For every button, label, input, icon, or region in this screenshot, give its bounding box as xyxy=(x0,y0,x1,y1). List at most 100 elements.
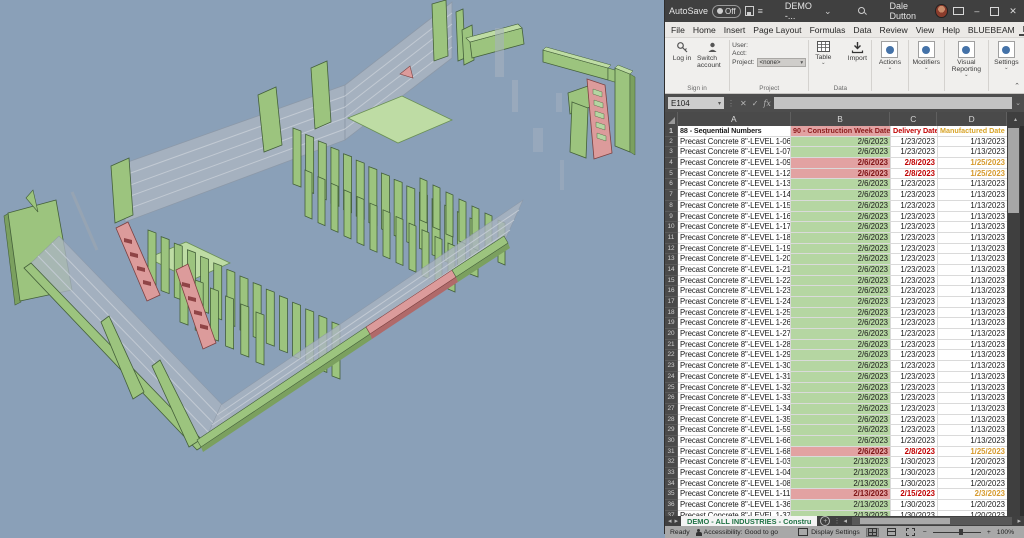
save-icon[interactable] xyxy=(745,6,754,16)
table-row[interactable]: 27Precast Concrete 8"-LEVEL 1-342/6/2023… xyxy=(665,404,1024,415)
table-row[interactable]: 21Precast Concrete 8"-LEVEL 1-282/6/2023… xyxy=(665,340,1024,351)
import-button[interactable]: Import xyxy=(842,39,872,67)
table-row[interactable]: 37Precast Concrete 8"-LEVEL 1-372/13/202… xyxy=(665,511,1024,516)
tab-view[interactable]: View xyxy=(912,25,938,35)
display-settings-button[interactable]: Display Settings xyxy=(798,528,860,536)
column-header-b[interactable]: B xyxy=(791,112,891,126)
new-sheet-icon[interactable]: + xyxy=(820,516,830,526)
table-row[interactable]: 13Precast Concrete 8"-LEVEL 1-202/6/2023… xyxy=(665,254,1024,265)
table-row[interactable]: 4Precast Concrete 8"-LEVEL 1-092/6/20232… xyxy=(665,158,1024,169)
horizontal-scrollbar[interactable] xyxy=(852,517,1013,525)
accessibility-status[interactable]: Accessibility: Good to go xyxy=(696,529,778,536)
sheet-grid[interactable]: 188 - Sequential Numbers90 - Constructio… xyxy=(665,126,1024,516)
table-row[interactable]: 25Precast Concrete 8"-LEVEL 1-322/6/2023… xyxy=(665,383,1024,394)
table-row[interactable]: 20Precast Concrete 8"-LEVEL 1-272/6/2023… xyxy=(665,329,1024,340)
more-commands-icon[interactable]: ≡ xyxy=(758,7,763,16)
expand-formula-bar-icon[interactable]: ⌄ xyxy=(1015,99,1021,107)
tab-insert[interactable]: Insert xyxy=(720,25,750,35)
column-header-d[interactable]: D xyxy=(937,112,1007,126)
table-row[interactable]: 5Precast Concrete 8"-LEVEL 1-122/6/20232… xyxy=(665,169,1024,180)
maximize-button[interactable] xyxy=(988,3,1002,19)
column-header-a[interactable]: A xyxy=(678,112,791,126)
formula-input[interactable] xyxy=(774,97,1012,109)
table-row[interactable]: 28Precast Concrete 8"-LEVEL 1-352/6/2023… xyxy=(665,415,1024,426)
name-box[interactable]: E104▾ xyxy=(668,97,724,109)
hscroll-right-icon[interactable]: ▸ xyxy=(1017,517,1021,525)
table-row[interactable]: 32Precast Concrete 8"-LEVEL 1-032/13/202… xyxy=(665,457,1024,468)
zoom-slider-thumb[interactable] xyxy=(959,529,963,535)
avatar[interactable] xyxy=(935,4,948,18)
select-all-corner[interactable] xyxy=(665,112,678,126)
table-button[interactable]: Table⌄ xyxy=(808,39,838,67)
log-in-button[interactable]: Log in xyxy=(667,39,697,69)
table-row[interactable]: 7Precast Concrete 8"-LEVEL 1-142/6/20231… xyxy=(665,190,1024,201)
user-name[interactable]: Dale Dutton xyxy=(889,1,931,21)
switch-account-button[interactable]: Switch account xyxy=(697,39,727,69)
table-row[interactable]: 8Precast Concrete 8"-LEVEL 1-152/6/20231… xyxy=(665,201,1024,212)
table-row[interactable]: 29Precast Concrete 8"-LEVEL 1-592/6/2023… xyxy=(665,425,1024,436)
tab-help[interactable]: Help xyxy=(938,25,964,35)
normal-view-button[interactable] xyxy=(866,528,879,537)
table-row[interactable]: 19Precast Concrete 8"-LEVEL 1-262/6/2023… xyxy=(665,318,1024,329)
tab-ineight[interactable]: InEight™ xyxy=(1019,24,1024,36)
zoom-level[interactable]: 100% xyxy=(997,529,1014,536)
table-row[interactable]: 22Precast Concrete 8"-LEVEL 1-292/6/2023… xyxy=(665,350,1024,361)
modifiers-dropdown[interactable]: Modifiers⌄ xyxy=(909,38,944,93)
document-title[interactable]: DEMO -... xyxy=(785,1,820,21)
table-row[interactable]: 31Precast Concrete 8"-LEVEL 1-682/6/2023… xyxy=(665,447,1024,458)
table-row[interactable]: 2Precast Concrete 8"-LEVEL 1-062/6/20231… xyxy=(665,137,1024,148)
sheet-nav-right-icon[interactable]: ▸ xyxy=(675,517,679,525)
zoom-slider[interactable] xyxy=(933,532,981,533)
table-row[interactable]: 9Precast Concrete 8"-LEVEL 1-162/6/20231… xyxy=(665,212,1024,223)
scroll-up-icon[interactable]: ▴ xyxy=(1007,112,1024,126)
table-row[interactable]: 6Precast Concrete 8"-LEVEL 1-132/6/20231… xyxy=(665,179,1024,190)
tab-formulas[interactable]: Formulas xyxy=(806,25,850,35)
tab-page-layout[interactable]: Page Layout xyxy=(749,25,805,35)
page-layout-view-button[interactable] xyxy=(885,528,898,537)
horizontal-scroll-thumb[interactable] xyxy=(860,518,950,524)
table-row[interactable]: 10Precast Concrete 8"-LEVEL 1-172/6/2023… xyxy=(665,222,1024,233)
table-row[interactable]: 11Precast Concrete 8"-LEVEL 1-182/6/2023… xyxy=(665,233,1024,244)
tab-review[interactable]: Review xyxy=(876,25,912,35)
visual-reporting-dropdown[interactable]: Visual Reporting⌄ xyxy=(945,38,988,93)
zoom-out-button[interactable]: − xyxy=(923,529,927,536)
enter-icon[interactable]: ✓ xyxy=(752,99,759,108)
autosave-toggle[interactable]: Off xyxy=(712,5,741,18)
chevron-down-icon[interactable]: ⌄ xyxy=(824,7,832,16)
close-button[interactable]: ✕ xyxy=(1006,3,1020,19)
tab-data[interactable]: Data xyxy=(849,25,875,35)
table-row[interactable]: 35Precast Concrete 8"-LEVEL 1-112/13/202… xyxy=(665,489,1024,500)
viewport-3d[interactable] xyxy=(0,0,664,534)
search-icon[interactable] xyxy=(858,7,866,16)
vertical-scrollbar[interactable] xyxy=(1007,126,1020,516)
table-row[interactable]: 17Precast Concrete 8"-LEVEL 1-242/6/2023… xyxy=(665,297,1024,308)
table-row[interactable]: 18Precast Concrete 8"-LEVEL 1-252/6/2023… xyxy=(665,308,1024,319)
table-row[interactable]: 3Precast Concrete 8"-LEVEL 1-072/6/20231… xyxy=(665,147,1024,158)
table-row[interactable]: 26Precast Concrete 8"-LEVEL 1-332/6/2023… xyxy=(665,393,1024,404)
tab-bluebeam[interactable]: BLUEBEAM xyxy=(964,25,1019,35)
ribbon-display-options-icon[interactable] xyxy=(952,3,966,19)
sheet-nav-left-icon[interactable]: ◂ xyxy=(668,517,672,525)
hscroll-left-icon[interactable]: ◂ xyxy=(843,517,847,525)
column-header-c[interactable]: C xyxy=(890,112,937,126)
minimize-button[interactable]: – xyxy=(970,3,984,19)
table-row[interactable]: 30Precast Concrete 8"-LEVEL 1-662/6/2023… xyxy=(665,436,1024,447)
table-row[interactable]: 12Precast Concrete 8"-LEVEL 1-192/6/2023… xyxy=(665,244,1024,255)
page-break-view-button[interactable] xyxy=(904,528,917,537)
cancel-icon[interactable]: ✕ xyxy=(740,99,747,108)
table-row[interactable]: 36Precast Concrete 8"-LEVEL 1-362/13/202… xyxy=(665,500,1024,511)
collapse-ribbon-icon[interactable]: ⌃ xyxy=(1014,82,1020,90)
table-row[interactable]: 14Precast Concrete 8"-LEVEL 1-212/6/2023… xyxy=(665,265,1024,276)
table-row[interactable]: 33Precast Concrete 8"-LEVEL 1-042/13/202… xyxy=(665,468,1024,479)
table-row[interactable]: 24Precast Concrete 8"-LEVEL 1-312/6/2023… xyxy=(665,372,1024,383)
sheet-tab[interactable]: DEMO - ALL INDUSTRIES - Constru xyxy=(681,516,817,526)
table-row[interactable]: 15Precast Concrete 8"-LEVEL 1-222/6/2023… xyxy=(665,276,1024,287)
actions-dropdown[interactable]: Actions⌄ xyxy=(872,38,907,93)
tab-home[interactable]: Home xyxy=(689,25,720,35)
zoom-in-button[interactable]: + xyxy=(987,529,991,536)
table-row[interactable]: 23Precast Concrete 8"-LEVEL 1-302/6/2023… xyxy=(665,361,1024,372)
table-row[interactable]: 34Precast Concrete 8"-LEVEL 1-082/13/202… xyxy=(665,479,1024,490)
table-row[interactable]: 16Precast Concrete 8"-LEVEL 1-232/6/2023… xyxy=(665,286,1024,297)
project-select[interactable]: <none>▾ xyxy=(757,58,807,67)
vertical-scroll-thumb[interactable] xyxy=(1008,128,1019,213)
